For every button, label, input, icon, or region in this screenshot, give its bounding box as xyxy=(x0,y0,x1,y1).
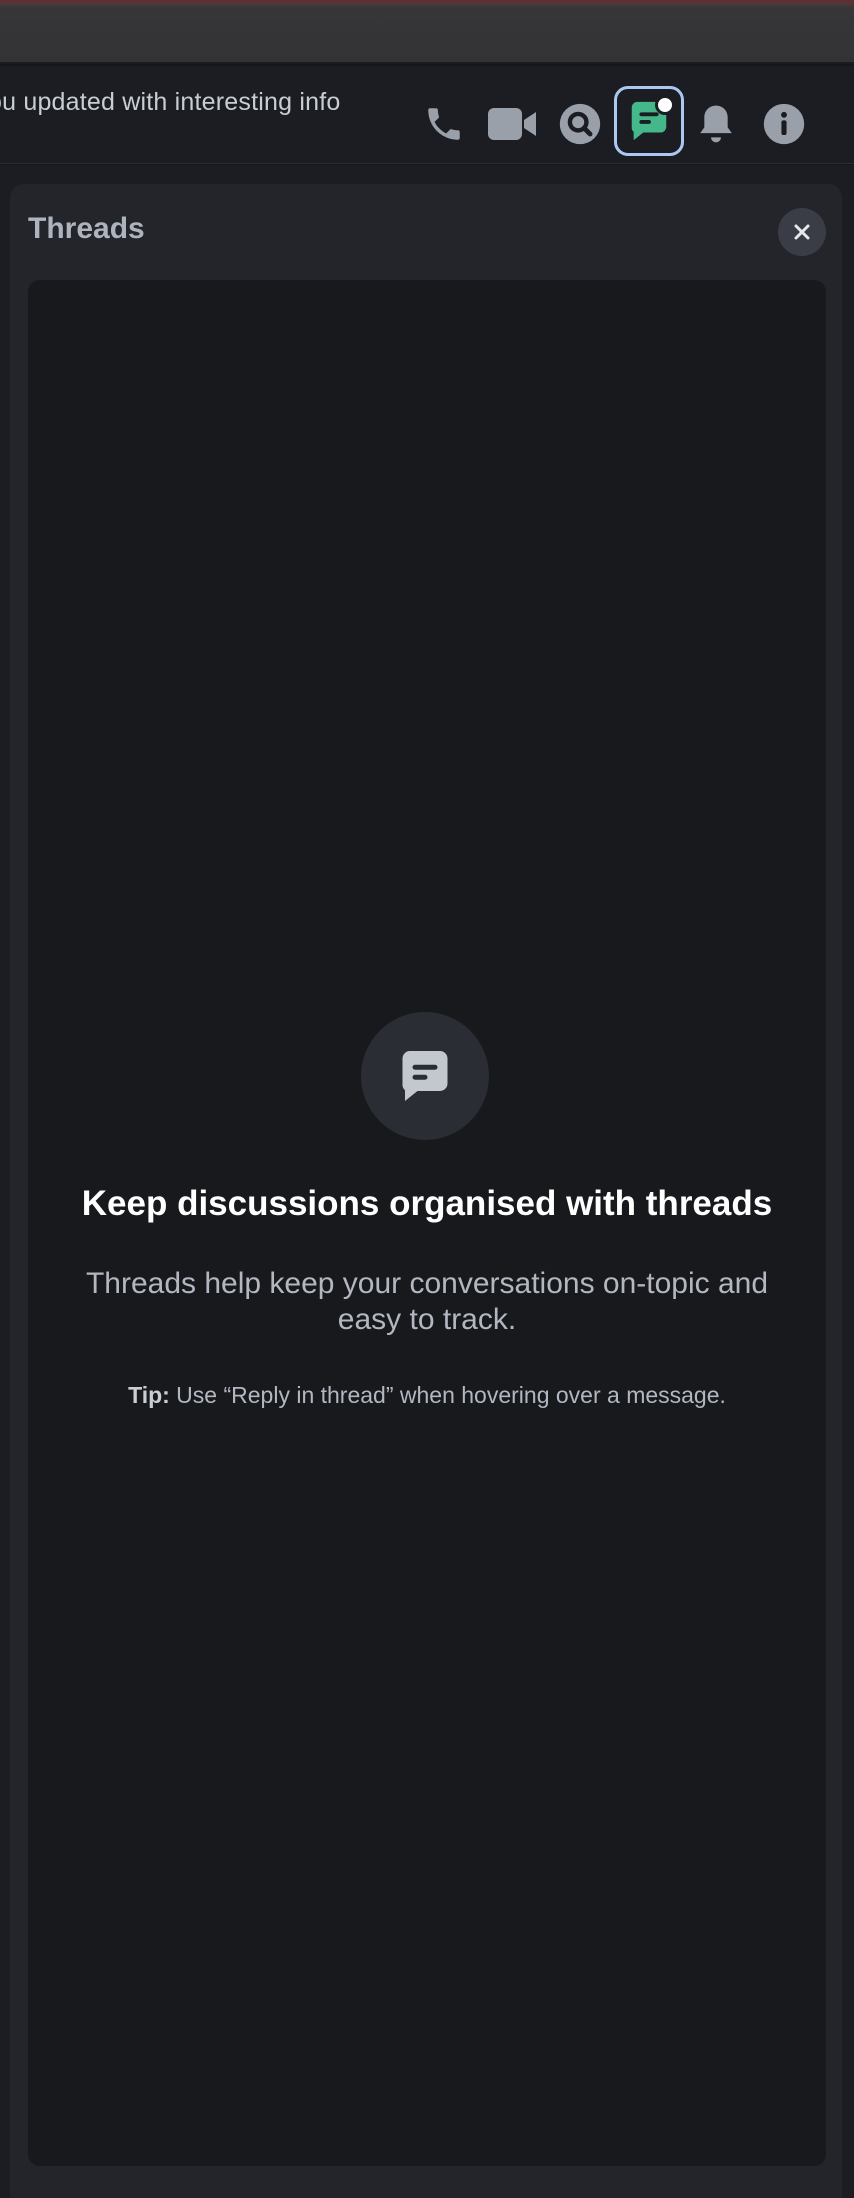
tip-text: Use “Reply in thread” when hovering over… xyxy=(169,1382,726,1408)
threads-button[interactable] xyxy=(614,86,684,156)
empty-state-description: Threads help keep your conversations on-… xyxy=(85,1267,769,1336)
threads-list-empty: Keep discussions organised with threads … xyxy=(28,280,826,2166)
bell-icon xyxy=(700,105,732,143)
thread-bubble-icon xyxy=(402,1051,448,1101)
room-header: ou updated with interesting info xyxy=(0,66,854,164)
empty-state-tip: Tip: Use “Reply in thread” when hovering… xyxy=(28,1382,826,1409)
notifications-button[interactable] xyxy=(688,96,744,152)
threads-panel: Threads Keep discussions organised with … xyxy=(10,184,842,2198)
room-info-button[interactable] xyxy=(756,96,812,152)
phone-icon xyxy=(428,108,460,140)
video-icon xyxy=(488,108,536,140)
search-icon xyxy=(559,103,601,145)
close-panel-button[interactable] xyxy=(778,208,826,256)
room-topic[interactable]: ou updated with interesting info xyxy=(0,88,340,117)
close-icon xyxy=(794,224,810,240)
panel-title: Threads xyxy=(28,212,145,245)
voice-call-button[interactable] xyxy=(416,96,472,152)
empty-state-icon-circle xyxy=(361,1012,489,1140)
search-button[interactable] xyxy=(552,96,608,152)
window-titlebar xyxy=(0,0,854,64)
tip-label: Tip: xyxy=(128,1382,170,1408)
empty-state-title: Keep discussions organised with threads xyxy=(81,1184,773,1223)
threads-notification-dot xyxy=(655,95,675,115)
video-call-button[interactable] xyxy=(484,96,540,152)
info-icon xyxy=(763,103,805,145)
